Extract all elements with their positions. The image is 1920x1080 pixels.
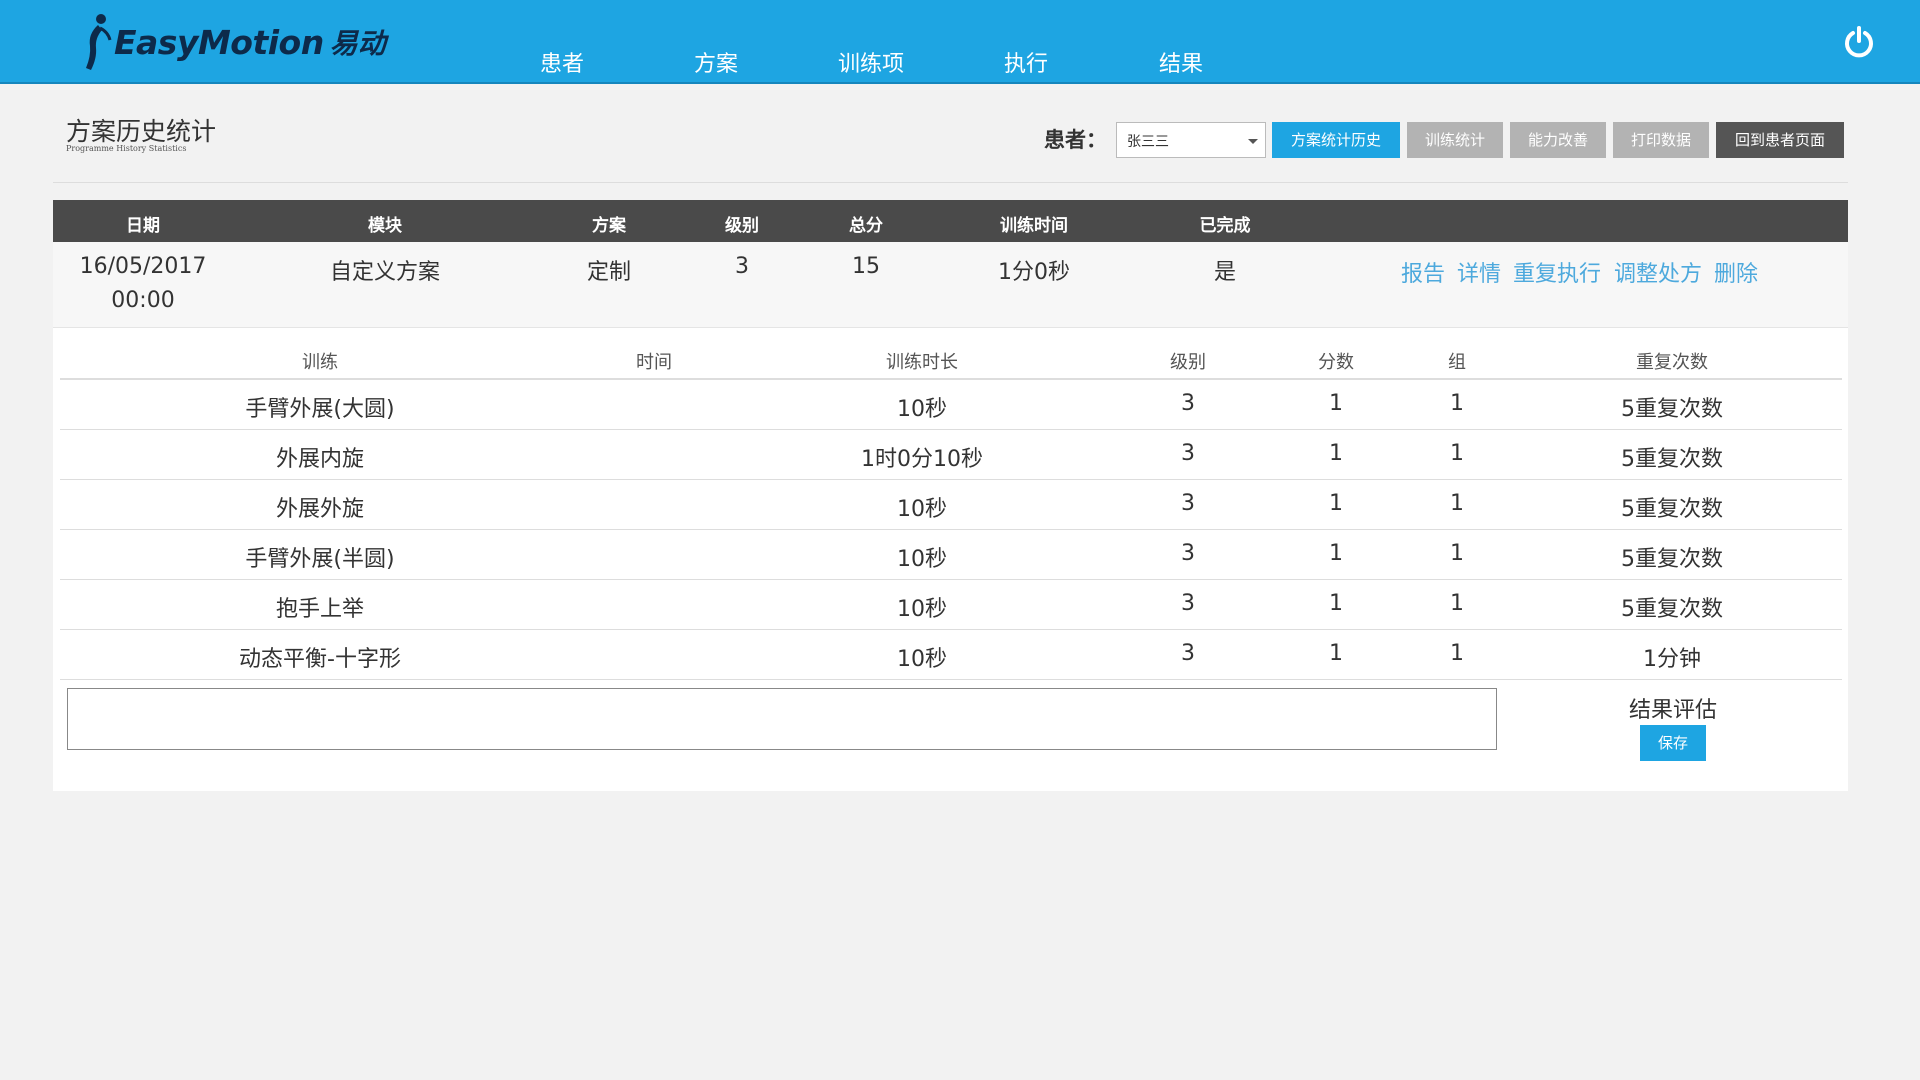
training-score: 1 bbox=[1329, 591, 1343, 616]
list-item: 抱手上举 10秒 3 1 1 5重复次数 bbox=[60, 580, 1842, 630]
training-level: 3 bbox=[1181, 641, 1195, 666]
header-module: 模块 bbox=[368, 216, 402, 236]
chevron-down-icon bbox=[1248, 139, 1258, 144]
training-name: 手臂外展(大圆) bbox=[245, 397, 395, 422]
training-score: 1 bbox=[1329, 491, 1343, 516]
training-stats-button[interactable]: 训练统计 bbox=[1407, 122, 1503, 158]
evaluation-textarea[interactable] bbox=[67, 688, 1497, 750]
plan-history-button[interactable]: 方案统计历史 bbox=[1272, 122, 1400, 158]
training-group: 1 bbox=[1450, 591, 1464, 616]
row-total-score: 15 bbox=[852, 254, 880, 279]
training-group: 1 bbox=[1450, 541, 1464, 566]
patient-select[interactable]: 张三三 bbox=[1116, 122, 1266, 158]
sub-header-level: 级别 bbox=[1170, 352, 1206, 373]
row-module: 自定义方案 bbox=[329, 260, 441, 285]
training-reps: 5重复次数 bbox=[1621, 597, 1723, 622]
training-score: 1 bbox=[1329, 541, 1343, 566]
training-level: 3 bbox=[1181, 491, 1195, 516]
header-training-time: 训练时间 bbox=[1000, 216, 1068, 236]
divider bbox=[53, 182, 1848, 183]
page-title: 方案历史统计 bbox=[66, 117, 217, 146]
list-item: 动态平衡-十字形 10秒 3 1 1 1分钟 bbox=[60, 630, 1842, 680]
header-total-score: 总分 bbox=[849, 216, 883, 236]
patient-select-value: 张三三 bbox=[1127, 134, 1169, 150]
training-level: 3 bbox=[1181, 391, 1195, 416]
page-subtitle: Programme History Statistics bbox=[66, 144, 187, 153]
row-plan: 定制 bbox=[586, 260, 632, 285]
sub-header-score: 分数 bbox=[1318, 352, 1354, 373]
main-nav: 患者 方案 训练项 执行 结果 bbox=[0, 0, 1920, 84]
training-name: 外展外旋 bbox=[275, 497, 365, 522]
training-group: 1 bbox=[1450, 641, 1464, 666]
repeat-execute-link[interactable]: 重复执行 bbox=[1513, 256, 1601, 288]
row-date: 16/05/2017 bbox=[79, 254, 207, 279]
nav-item-plans[interactable]: 方案 bbox=[694, 46, 738, 78]
training-duration: 10秒 bbox=[897, 397, 947, 422]
nav-item-execute[interactable]: 执行 bbox=[1004, 46, 1048, 78]
sub-header-reps: 重复次数 bbox=[1636, 352, 1708, 373]
report-link[interactable]: 报告 bbox=[1401, 256, 1445, 288]
print-data-button[interactable]: 打印数据 bbox=[1613, 122, 1709, 158]
training-level: 3 bbox=[1181, 541, 1195, 566]
nav-item-results[interactable]: 结果 bbox=[1159, 46, 1203, 78]
save-button[interactable]: 保存 bbox=[1640, 725, 1706, 761]
back-to-patient-button[interactable]: 回到患者页面 bbox=[1716, 122, 1844, 158]
training-reps: 5重复次数 bbox=[1621, 447, 1723, 472]
nav-item-training-items[interactable]: 训练项 bbox=[838, 46, 904, 78]
training-score: 1 bbox=[1329, 391, 1343, 416]
header-date: 日期 bbox=[126, 216, 160, 236]
training-group: 1 bbox=[1450, 441, 1464, 466]
training-name: 抱手上举 bbox=[275, 597, 365, 622]
training-reps: 1分钟 bbox=[1643, 647, 1701, 672]
training-duration: 10秒 bbox=[897, 497, 947, 522]
ability-improvement-button[interactable]: 能力改善 bbox=[1510, 122, 1606, 158]
training-level: 3 bbox=[1181, 441, 1195, 466]
history-panel: 日期 模块 方案 级别 总分 训练时间 已完成 16/05/2017 00:00… bbox=[53, 200, 1848, 791]
list-item: 外展外旋 10秒 3 1 1 5重复次数 bbox=[60, 480, 1842, 530]
training-level: 3 bbox=[1181, 591, 1195, 616]
training-name: 外展内旋 bbox=[275, 447, 365, 472]
header-plan: 方案 bbox=[592, 216, 626, 236]
top-navigation-bar: EasyMotion 易动 患者 方案 训练项 执行 结果 bbox=[0, 0, 1920, 84]
training-reps: 5重复次数 bbox=[1621, 547, 1723, 572]
sub-header-training: 训练 bbox=[302, 352, 338, 373]
training-group: 1 bbox=[1450, 391, 1464, 416]
training-score: 1 bbox=[1329, 641, 1343, 666]
adjust-prescription-link[interactable]: 调整处方 bbox=[1614, 256, 1702, 288]
training-name: 手臂外展(半圆) bbox=[245, 547, 395, 572]
training-duration: 10秒 bbox=[897, 547, 947, 572]
list-item: 手臂外展(半圆) 10秒 3 1 1 5重复次数 bbox=[60, 530, 1842, 580]
header-completed: 已完成 bbox=[1199, 216, 1251, 236]
training-reps: 5重复次数 bbox=[1621, 497, 1723, 522]
patient-label: 患者： bbox=[1044, 128, 1107, 152]
list-item: 外展内旋 1时0分10秒 3 1 1 5重复次数 bbox=[60, 430, 1842, 480]
table-row[interactable]: 16/05/2017 00:00 自定义方案 定制 3 15 1分0秒 是 报告… bbox=[53, 242, 1848, 328]
sub-header-time: 时间 bbox=[636, 352, 672, 373]
details-link[interactable]: 详情 bbox=[1457, 256, 1501, 288]
training-reps: 5重复次数 bbox=[1621, 397, 1723, 422]
training-name: 动态平衡-十字形 bbox=[239, 647, 401, 672]
training-duration: 10秒 bbox=[897, 647, 947, 672]
training-duration: 1时0分10秒 bbox=[861, 447, 983, 472]
main-table-header: 日期 模块 方案 级别 总分 训练时间 已完成 bbox=[53, 200, 1848, 242]
training-group: 1 bbox=[1450, 491, 1464, 516]
nav-item-patients[interactable]: 患者 bbox=[540, 46, 584, 78]
power-icon[interactable] bbox=[1843, 26, 1875, 58]
row-level: 3 bbox=[735, 254, 749, 279]
row-completed: 是 bbox=[1213, 260, 1237, 285]
sub-header-duration: 训练时长 bbox=[886, 352, 958, 373]
list-item: 手臂外展(大圆) 10秒 3 1 1 5重复次数 bbox=[60, 380, 1842, 430]
sub-header-group: 组 bbox=[1448, 352, 1466, 373]
row-time: 00:00 bbox=[111, 288, 175, 313]
training-score: 1 bbox=[1329, 441, 1343, 466]
row-training-time: 1分0秒 bbox=[998, 260, 1070, 285]
sub-table-header: 训练 时间 训练时长 级别 分数 组 重复次数 bbox=[60, 340, 1842, 380]
training-duration: 10秒 bbox=[897, 597, 947, 622]
header-level: 级别 bbox=[725, 216, 759, 236]
delete-link[interactable]: 删除 bbox=[1714, 256, 1758, 288]
evaluation-label: 结果评估 bbox=[1628, 698, 1718, 723]
